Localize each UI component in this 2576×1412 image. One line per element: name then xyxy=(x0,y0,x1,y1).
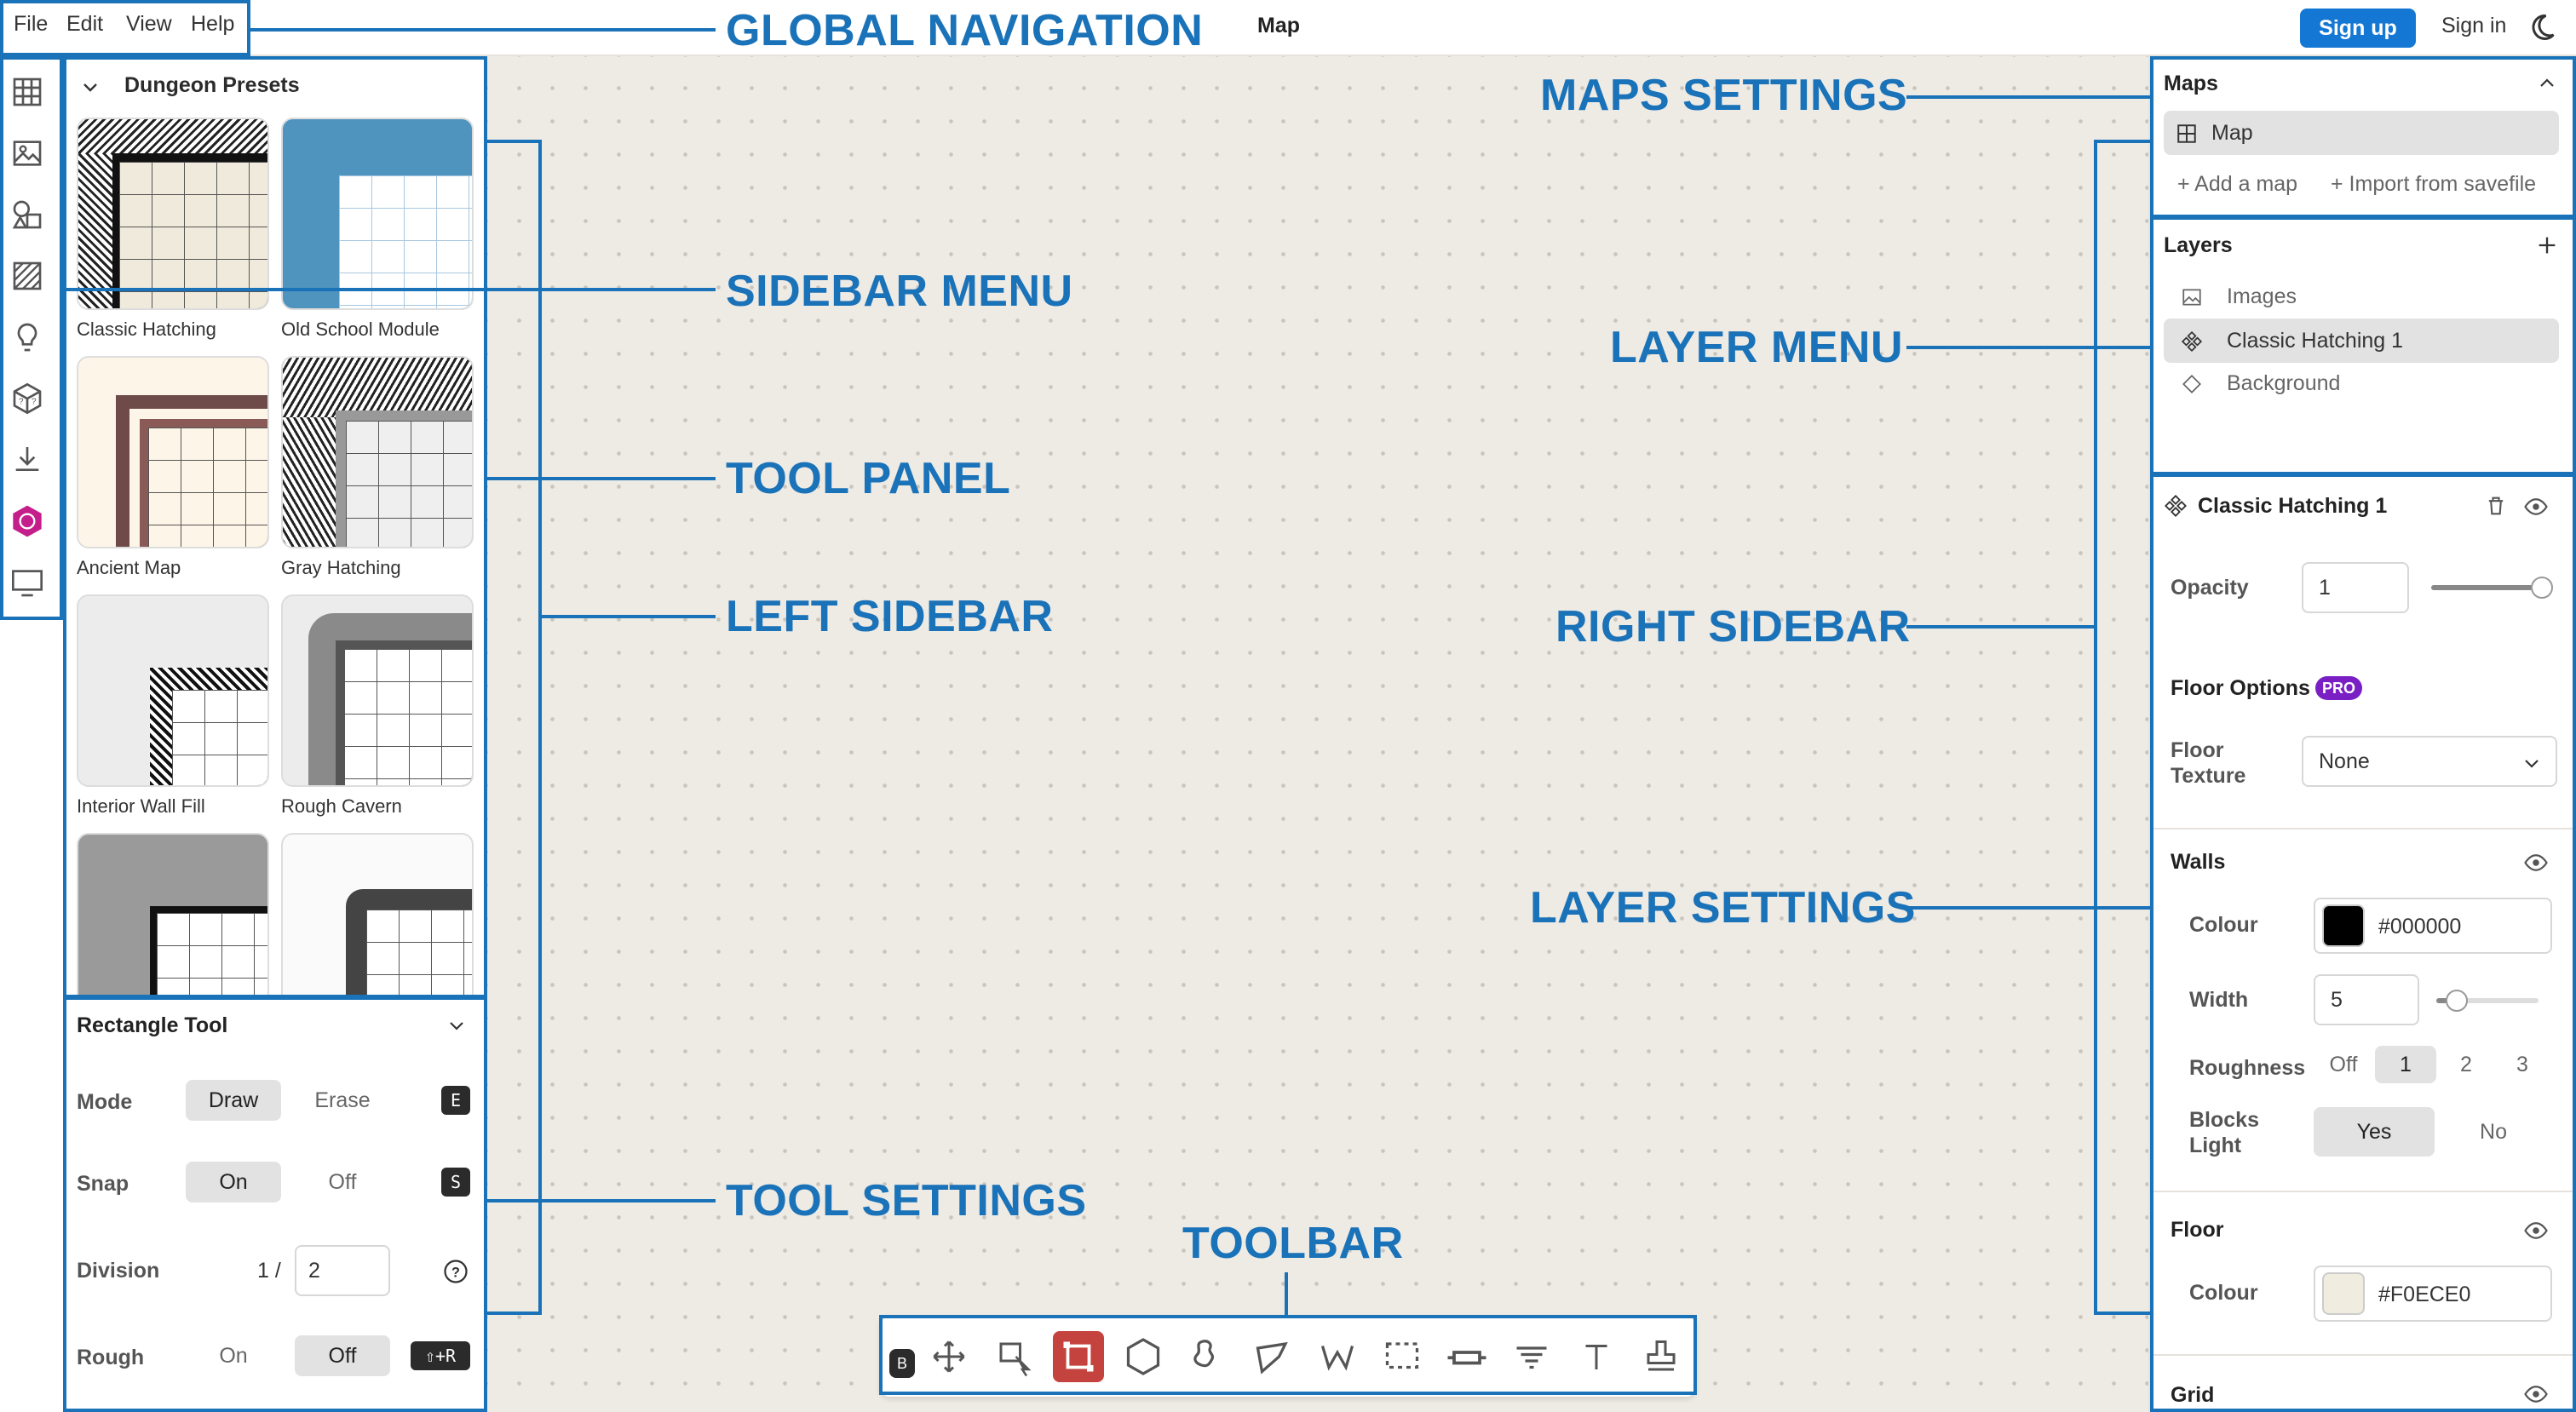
bracket-vertical xyxy=(538,140,542,1315)
annotation-connector xyxy=(1906,625,2094,629)
tool-settings-annotation: TOOL SETTINGS xyxy=(726,1176,1087,1225)
toolbar-annotation: TOOLBAR xyxy=(1182,1219,1404,1268)
toolbar-outline xyxy=(879,1315,1697,1395)
layer-settings-annotation: LAYER SETTINGS xyxy=(1530,883,1916,933)
sidebar-menu-outline xyxy=(0,56,63,620)
annotation-connector xyxy=(1285,1272,1288,1317)
annotation-connector xyxy=(250,28,716,32)
left-sidebar-annotation: LEFT SIDEBAR xyxy=(726,592,1054,641)
sign-up-button[interactable]: Sign up xyxy=(2300,9,2416,48)
bracket-vertical xyxy=(2094,140,2097,1315)
map-title: Map xyxy=(1257,14,1300,37)
bracket-bottom xyxy=(487,1312,542,1315)
tool-settings-outline xyxy=(63,996,487,1412)
bracket-bottom xyxy=(2094,1312,2150,1315)
theme-toggle-icon[interactable] xyxy=(2527,12,2557,43)
layer-menu-annotation: LAYER MENU xyxy=(1610,323,1904,372)
annotation-connector xyxy=(487,1199,716,1202)
bracket-top xyxy=(487,140,540,143)
global-navigation-outline xyxy=(0,0,250,56)
right-sidebar-annotation: RIGHT SIDEBAR xyxy=(1555,602,1911,651)
tool-panel-outline xyxy=(63,56,487,998)
bracket-top xyxy=(2094,140,2150,143)
annotation-connector xyxy=(1906,95,2150,99)
tool-panel-annotation: TOOL PANEL xyxy=(726,454,1011,503)
maps-settings-annotation: MAPS SETTINGS xyxy=(1540,71,1908,120)
global-navigation-annotation: GLOBAL NAVIGATION xyxy=(726,6,1204,55)
sign-in-link[interactable]: Sign in xyxy=(2441,14,2506,38)
annotation-connector xyxy=(1906,346,2150,349)
layer-settings-outline xyxy=(2150,474,2576,1412)
annotation-connector xyxy=(1906,906,2150,910)
annotation-connector xyxy=(487,477,716,480)
layer-menu-outline xyxy=(2150,216,2576,475)
maps-settings-outline xyxy=(2150,56,2576,218)
sidebar-menu-annotation: SIDEBAR MENU xyxy=(726,267,1073,316)
annotation-connector xyxy=(542,615,716,618)
